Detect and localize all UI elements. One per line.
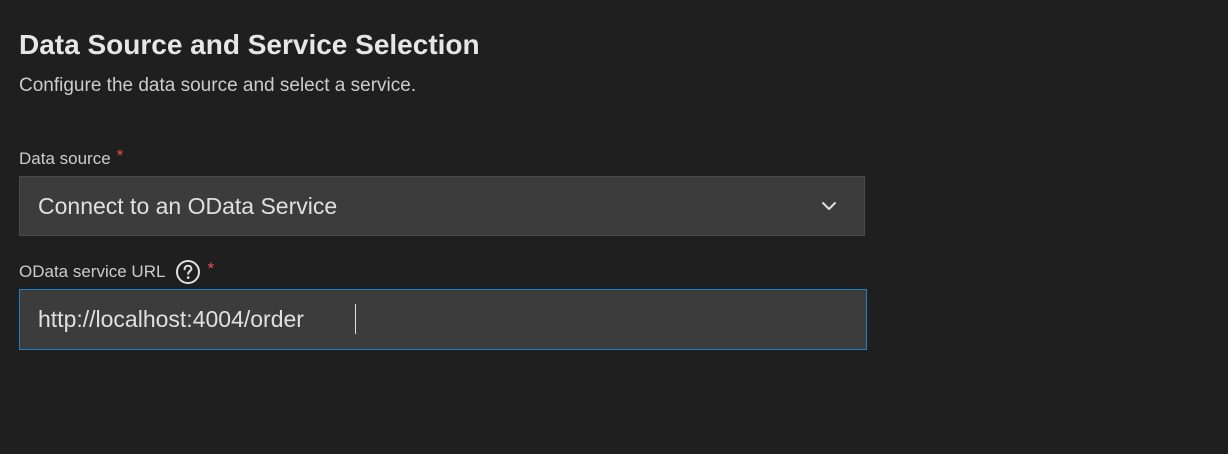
required-indicator: * [116, 146, 124, 165]
chevron-down-icon[interactable] [820, 197, 838, 215]
page-title: Data Source and Service Selection [19, 29, 480, 60]
text-caret [355, 304, 356, 334]
data-source-label-text: Data source [19, 149, 111, 168]
data-source-select[interactable]: Connect to an OData Service [19, 176, 865, 236]
data-source-selected-value: Connect to an OData Service [38, 193, 338, 219]
service-url-input[interactable] [19, 289, 867, 350]
service-url-label: OData service URL * [19, 259, 214, 285]
service-url-label-text: OData service URL [19, 262, 166, 281]
page-subtitle: Configure the data source and select a s… [19, 75, 417, 96]
data-source-label: Data source * [19, 146, 124, 170]
required-indicator: * [207, 259, 215, 278]
question-circle-icon[interactable] [175, 259, 201, 285]
